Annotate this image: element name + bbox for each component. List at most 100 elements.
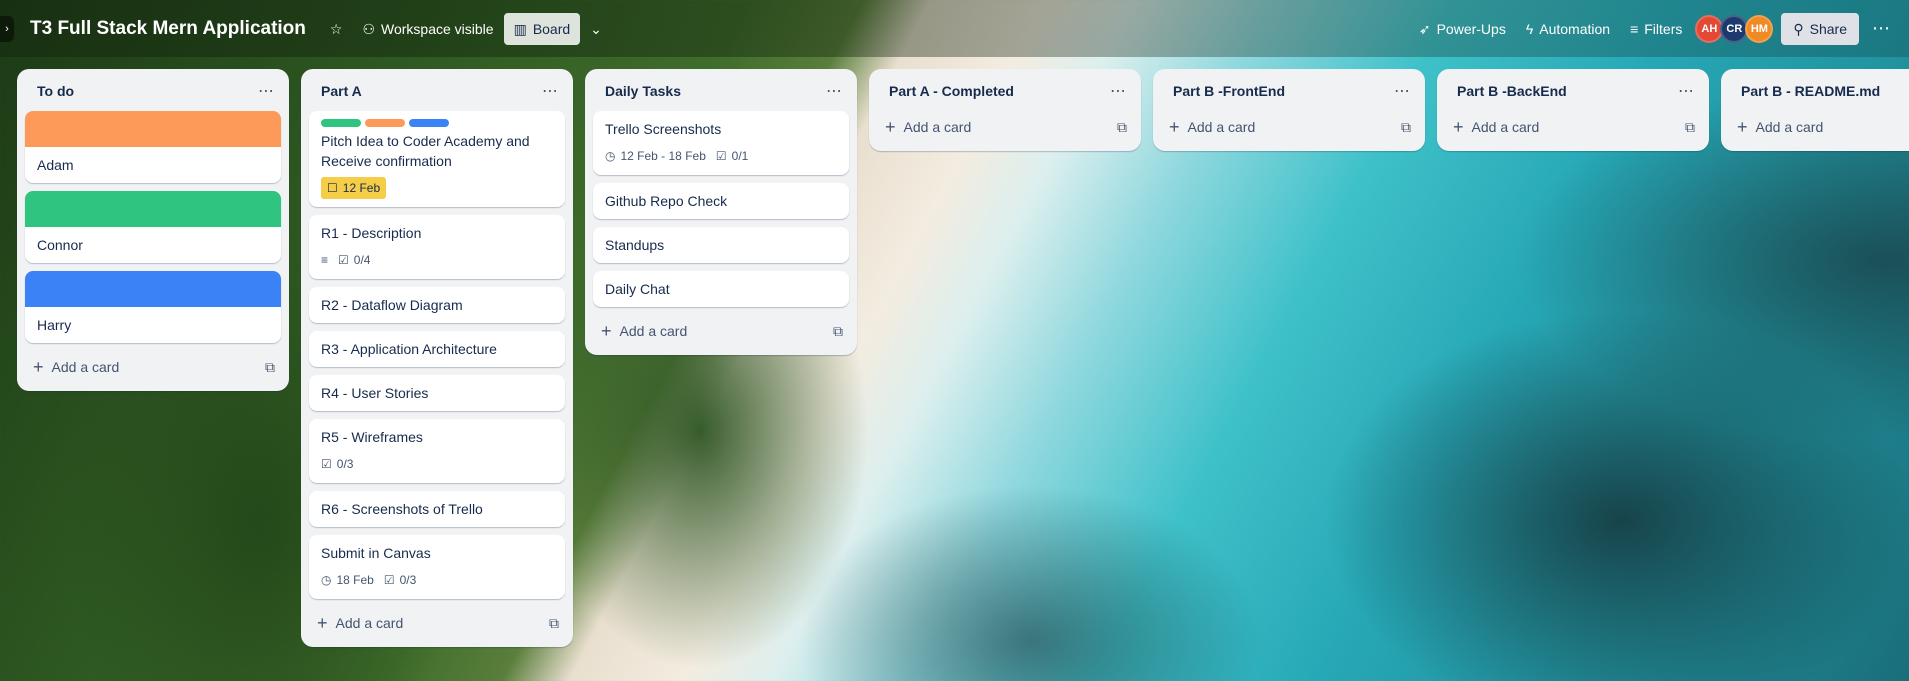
add-card-row: + Add a card ⧉ xyxy=(593,315,849,347)
card[interactable]: R2 - Dataflow Diagram xyxy=(309,287,565,323)
board-icon: ▥ xyxy=(513,20,527,37)
add-card-button[interactable]: + Add a card xyxy=(601,322,687,340)
list-column: Part A - Completed ⋯ + Add a card ⧉ xyxy=(869,69,1141,151)
list-title[interactable]: Part B -FrontEnd xyxy=(1173,83,1285,99)
view-switcher-button[interactable]: ⌄ xyxy=(580,13,612,45)
date-badge[interactable]: ◷ 12 Feb - 18 Feb xyxy=(605,145,706,167)
card-body: Trello Screenshots ◷ 12 Feb - 18 Feb ☑ 0/1 xyxy=(593,111,849,175)
add-card-label: Add a card xyxy=(1187,119,1256,135)
due-date-badge[interactable]: ☐ 12 Feb xyxy=(321,177,387,199)
card[interactable]: R3 - Application Architecture xyxy=(309,331,565,367)
template-icon[interactable]: ⧉ xyxy=(833,323,843,340)
card[interactable]: Submit in Canvas ◷ 18 Feb ☑ 0/3 xyxy=(309,535,565,599)
template-icon[interactable]: ⧉ xyxy=(265,359,275,376)
filters-button[interactable]: ≡ Filters xyxy=(1620,13,1692,45)
list-title[interactable]: Part A xyxy=(321,83,362,99)
card-title: R3 - Application Architecture xyxy=(321,341,497,357)
checklist-count: 0/3 xyxy=(336,457,354,471)
template-icon[interactable]: ⧉ xyxy=(1117,119,1127,136)
list-menu-icon[interactable]: ⋯ xyxy=(826,81,843,101)
list-title[interactable]: Daily Tasks xyxy=(605,83,681,99)
card-title: R1 - Description xyxy=(321,225,422,241)
card[interactable]: Daily Chat xyxy=(593,271,849,307)
powerups-button[interactable]: ➶ Power-Ups xyxy=(1409,13,1516,45)
board-view-button[interactable]: ▥ Board xyxy=(503,12,581,45)
plus-icon: + xyxy=(1737,117,1748,137)
card[interactable]: Pitch Idea to Coder Academy and Receive … xyxy=(309,111,565,207)
avatar[interactable]: CR xyxy=(1720,14,1749,43)
add-card-row: + Add a card ⧉ xyxy=(309,607,565,639)
list-title[interactable]: Part B -BackEnd xyxy=(1457,83,1567,99)
list-menu-icon[interactable]: ⋯ xyxy=(542,81,559,101)
template-icon[interactable]: ⧉ xyxy=(1401,119,1411,136)
card[interactable]: R6 - Screenshots of Trello xyxy=(309,491,565,527)
list-title[interactable]: To do xyxy=(37,83,74,99)
list-menu-icon[interactable]: ⋯ xyxy=(258,81,275,101)
card[interactable]: Github Repo Check xyxy=(593,183,849,219)
visibility-button[interactable]: ⚇ Workspace visible xyxy=(352,13,503,45)
list-title[interactable]: Part A - Completed xyxy=(889,83,1014,99)
more-icon[interactable]: ⋯ xyxy=(1865,18,1897,39)
add-card-label: Add a card xyxy=(1471,119,1540,135)
filter-icon: ≡ xyxy=(1630,20,1639,37)
card-label[interactable] xyxy=(321,119,361,127)
card-title: Github Repo Check xyxy=(605,193,728,209)
card-title: Adam xyxy=(37,157,74,173)
card-label[interactable] xyxy=(409,119,449,127)
expand-sidebar-icon[interactable]: › xyxy=(0,15,14,42)
card-title: R5 - Wireframes xyxy=(321,429,423,445)
card-title: Daily Chat xyxy=(605,281,670,297)
users-icon: ⚇ xyxy=(362,20,376,37)
list-header: Part B - README.md⋯ xyxy=(1729,77,1909,105)
card-title: R2 - Dataflow Diagram xyxy=(321,297,463,313)
checklist-count: 0/1 xyxy=(731,149,749,163)
template-icon[interactable]: ⧉ xyxy=(549,615,559,632)
card-body: R5 - Wireframes ☑ 0/3 xyxy=(309,419,565,483)
card-title: Standups xyxy=(605,237,665,253)
card[interactable]: Adam xyxy=(25,111,281,183)
add-card-label: Add a card xyxy=(619,323,688,339)
board-view-label: Board xyxy=(532,20,571,37)
template-icon[interactable]: ⧉ xyxy=(1685,119,1695,136)
add-card-button[interactable]: + Add a card xyxy=(317,614,403,632)
avatar[interactable]: HM xyxy=(1745,14,1774,43)
star-icon: ☆ xyxy=(329,20,343,37)
add-card-button[interactable]: + Add a card xyxy=(1737,118,1823,136)
card[interactable]: R1 - Description ≡ ☑ 0/4 xyxy=(309,215,565,279)
star-button[interactable]: ☆ xyxy=(320,13,353,45)
card-label[interactable] xyxy=(365,119,405,127)
card-title: Harry xyxy=(37,317,72,333)
date-badge[interactable]: ◷ 18 Feb xyxy=(321,569,374,591)
add-card-button[interactable]: + Add a card xyxy=(885,118,971,136)
avatar[interactable]: AH xyxy=(1695,14,1724,43)
card[interactable]: R5 - Wireframes ☑ 0/3 xyxy=(309,419,565,483)
filters-label: Filters xyxy=(1644,20,1683,37)
card-body: Adam xyxy=(25,147,281,183)
card[interactable]: Connor xyxy=(25,191,281,263)
card-labels xyxy=(321,119,553,127)
list-menu-icon[interactable]: ⋯ xyxy=(1678,81,1695,101)
card[interactable]: Harry xyxy=(25,271,281,343)
list-title[interactable]: Part B - README.md xyxy=(1741,83,1880,99)
list-menu-icon[interactable]: ⋯ xyxy=(1394,81,1411,101)
card[interactable]: Standups xyxy=(593,227,849,263)
automation-button[interactable]: ϟ Automation xyxy=(1516,13,1620,45)
add-card-button[interactable]: + Add a card xyxy=(33,358,119,376)
chevron-down-icon: ⌄ xyxy=(590,20,602,37)
board-lists: To do ⋯ Adam Connor Harry + Add a card ⧉ Part A ⋯… xyxy=(17,69,1909,647)
share-button[interactable]: ⚲ Share xyxy=(1781,12,1859,45)
list-column: Part B - README.md⋯+Add a card⧉ xyxy=(1721,69,1909,151)
card[interactable]: R4 - User Stories xyxy=(309,375,565,411)
list-header: Part B -BackEnd ⋯ xyxy=(1445,77,1701,105)
clock-icon: ◷ xyxy=(321,573,332,587)
board-title[interactable]: T3 Full Stack Mern Application xyxy=(30,18,306,40)
list-menu-icon[interactable]: ⋯ xyxy=(1110,81,1127,101)
card-badges: ◷ 18 Feb ☑ 0/3 xyxy=(321,569,553,591)
add-card-button[interactable]: + Add a card xyxy=(1169,118,1255,136)
clock-icon: ◷ xyxy=(605,149,616,163)
card[interactable]: Trello Screenshots ◷ 12 Feb - 18 Feb ☑ 0/1 xyxy=(593,111,849,175)
checklist-badge: ☑ 0/1 xyxy=(716,145,748,167)
checklist-badge: ☑ 0/3 xyxy=(321,453,353,475)
add-card-button[interactable]: + Add a card xyxy=(1453,118,1539,136)
list-header: Part A ⋯ xyxy=(309,77,565,105)
